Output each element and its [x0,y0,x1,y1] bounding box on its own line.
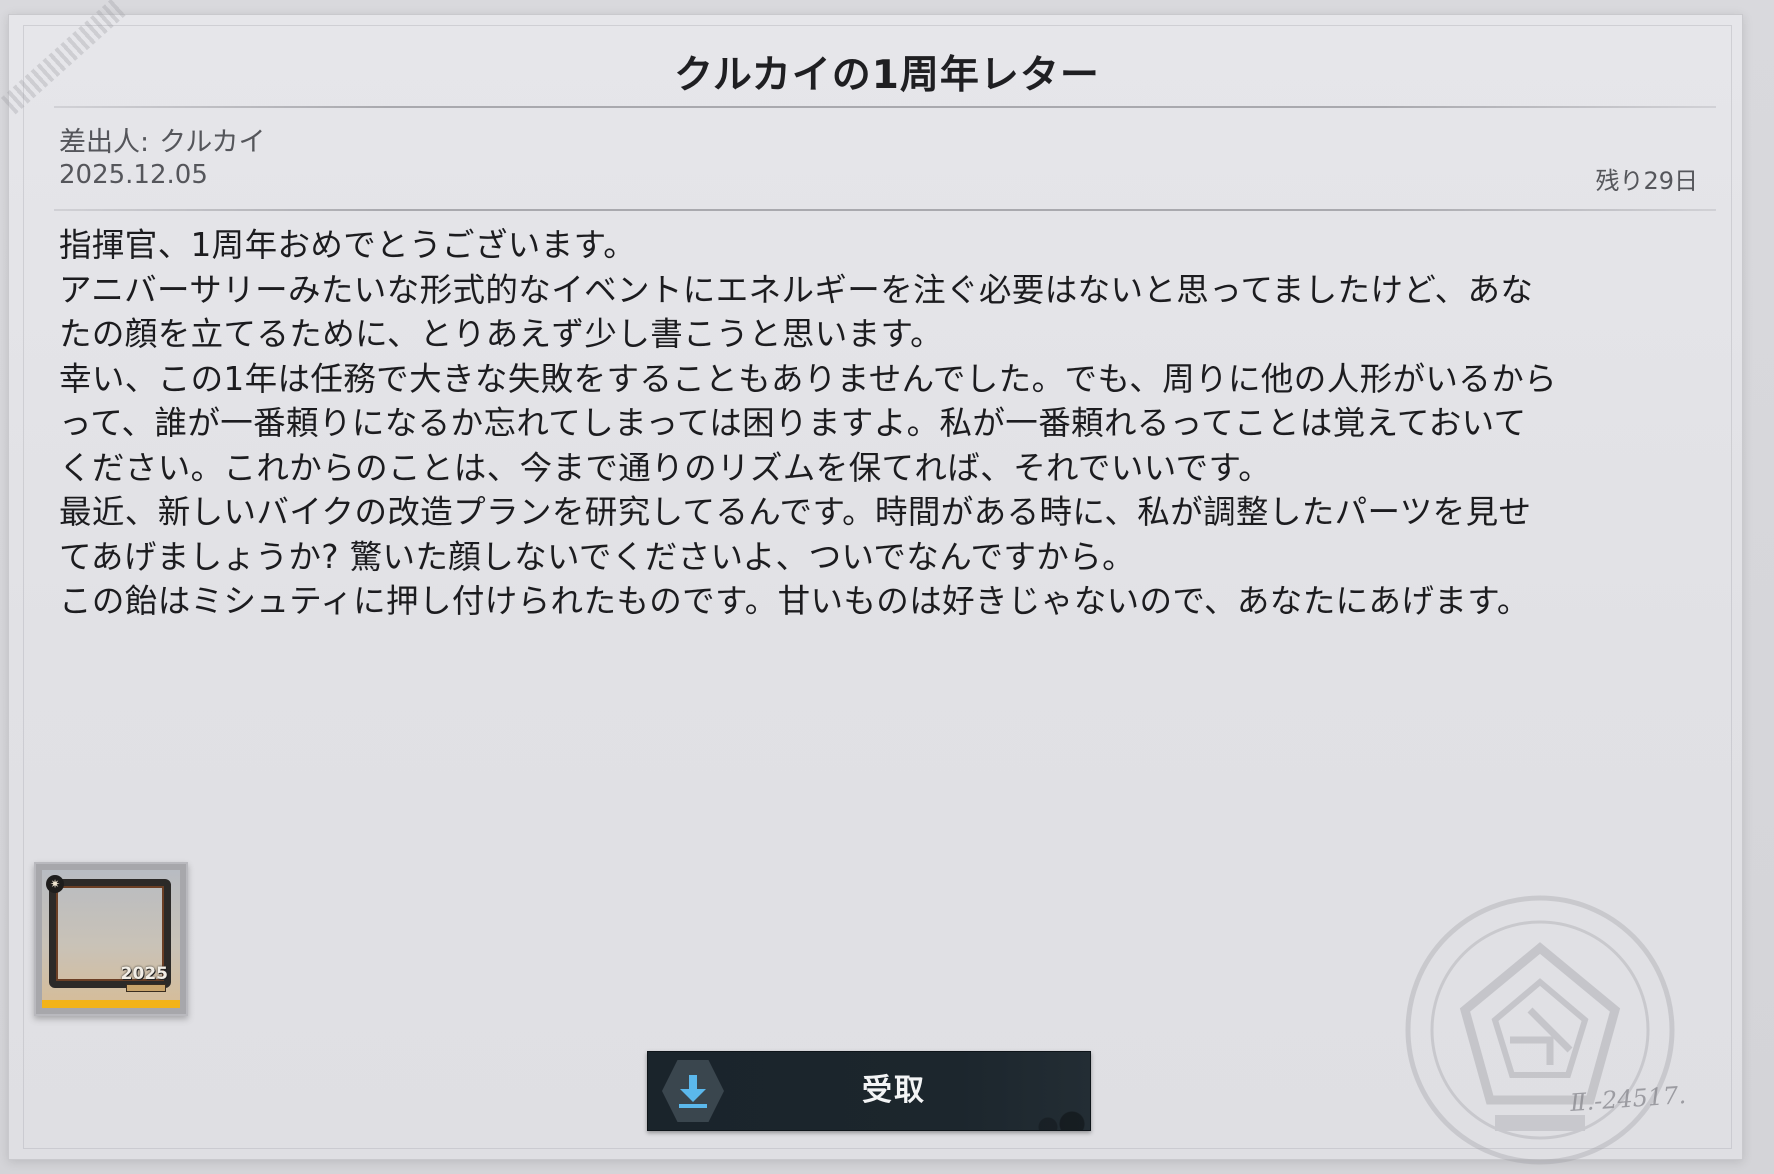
anniversary-tag [126,984,166,992]
body-line: 指揮官、1周年おめでとうございます。 [59,226,637,264]
letter-date: 2025.12.05 [59,160,208,190]
anniversary-avatar-frame-icon: ✷ 2025 [42,870,180,1008]
body-line: 幸い、この1年は任務で大きな失敗をすることもありませんでした。でも、周りに他の人… [59,359,1558,398]
sender-label: 差出人: [59,127,150,158]
body-line: てあげましょうか? 驚いた顔しないでくださいよ、ついでなんですから。 [59,537,1135,576]
letter-title: クルカイの1周年レター [674,53,1100,98]
remaining-days: 残り29日 [1595,167,1698,195]
sender-name: クルカイ [159,127,266,158]
rarity-bar [42,1000,180,1008]
sender-line: 差出人: クルカイ [59,120,266,159]
body-line: って、誰が一番頼りになるか忘れてしまっては困りますよ。私が一番頼れるってことは覚… [59,404,1527,442]
title-divider [54,106,1716,108]
faded-seal-stamp-icon [1400,890,1680,1170]
body-line: ください。これからのことは、今まで通りのリズムを保てれば、それでいいです。 [59,448,1272,487]
button-decoration [1030,1100,1090,1130]
frame-year-text: 2025 [120,964,168,984]
claim-button[interactable]: 受取 [647,1051,1091,1131]
body-line: アニバーサリーみたいな形式的なイベントにエネルギーを注ぐ必要はないと思ってました… [59,270,1534,309]
letter-body: 指揮官、1周年おめでとうございます。 アニバーサリーみたいな形式的なイベントにエ… [59,223,1679,624]
body-line: 最近、新しいバイクの改造プランを研究してるんです。時間がある時に、私が調整したパ… [59,493,1532,531]
header-divider [54,209,1716,211]
letter-screen: クルカイの1周年レター 差出人: クルカイ 2025.12.05 残り29日 指… [0,0,1774,1174]
body-line: この飴はミシュティに押し付けられたものです。甘いものは好きじゃないので、あなたに… [59,582,1530,620]
body-line: たの顔を立てるために、とりあえず少し書こうと思います。 [59,315,944,353]
claim-button-label: 受取 [862,1073,926,1108]
star-badge-icon: ✷ [46,875,64,893]
attachment-item[interactable]: ✷ 2025 [34,862,188,1016]
